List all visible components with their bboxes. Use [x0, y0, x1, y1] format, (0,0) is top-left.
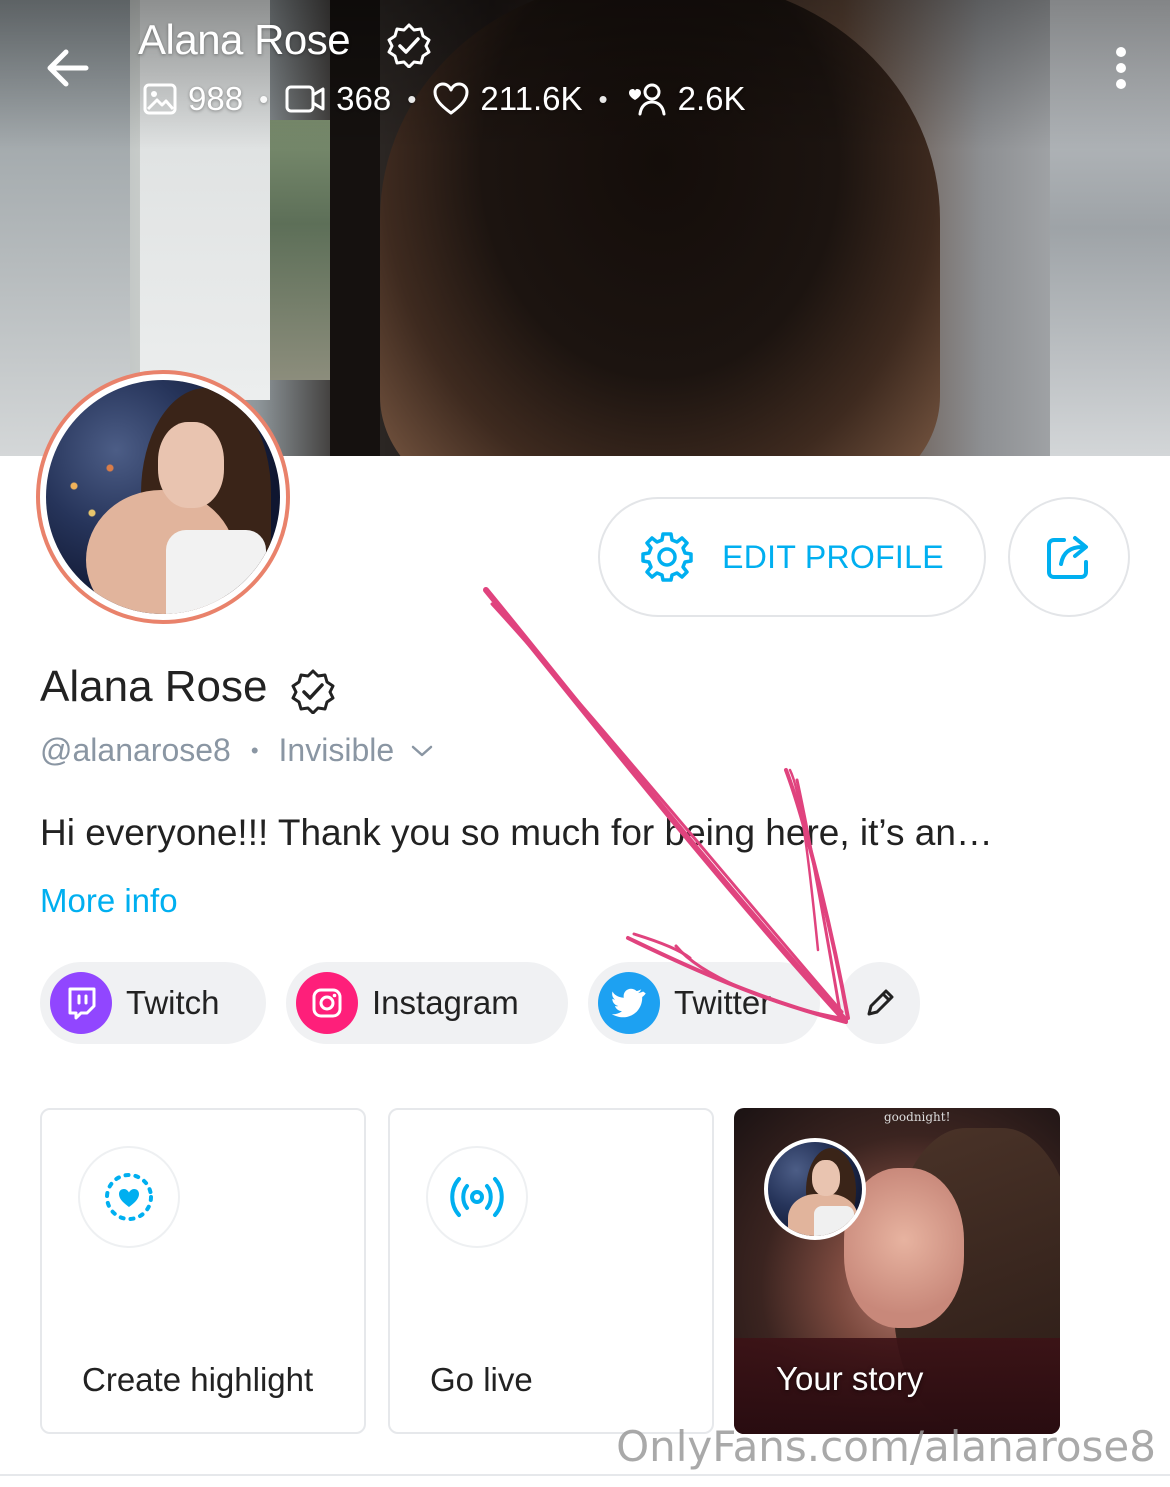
- stat-photos-count: 988: [188, 80, 244, 117]
- highlight-icon-wrap: [78, 1146, 180, 1248]
- your-story-card[interactable]: goodnight! Your story: [734, 1108, 1060, 1434]
- stat-videos[interactable]: 368: [284, 80, 391, 118]
- verified-icon: [291, 669, 335, 714]
- more-options-button[interactable]: [1108, 44, 1134, 92]
- divider: [0, 1474, 1170, 1476]
- gear-icon: [641, 532, 693, 582]
- stat-videos-count: 368: [336, 80, 392, 117]
- more-info-link[interactable]: More info: [40, 882, 178, 920]
- header-title: Alana Rose: [138, 16, 351, 63]
- stat-fans-count: 2.6K: [677, 80, 746, 117]
- video-icon: [285, 85, 325, 113]
- your-story-label: Your story: [776, 1360, 924, 1397]
- social-label: Twitch: [126, 984, 220, 1021]
- status-dropdown[interactable]: Invisible: [279, 732, 435, 769]
- avatar[interactable]: [36, 370, 290, 624]
- fans-icon: [628, 83, 666, 116]
- create-highlight-label: Create highlight: [82, 1360, 314, 1398]
- stat-separator: •: [407, 83, 417, 114]
- stat-likes: 211.6K: [432, 80, 583, 118]
- watermark: OnlyFans.com/alanarose8: [616, 1422, 1156, 1471]
- edit-socials-button[interactable]: [840, 962, 920, 1044]
- share-icon: [1047, 536, 1088, 579]
- twitter-icon: [598, 972, 660, 1034]
- chevron-down-icon: [411, 745, 433, 756]
- highlight-heart-icon: [105, 1173, 153, 1221]
- edit-profile-button[interactable]: EDIT PROFILE: [598, 497, 986, 617]
- profile-stats: 988 • 368 • 211.6K • 2.6K: [142, 78, 746, 120]
- stat-likes-count: 211.6K: [480, 80, 583, 117]
- stat-separator: •: [259, 83, 269, 114]
- go-live-label: Go live: [430, 1360, 533, 1398]
- share-button[interactable]: [1008, 497, 1130, 617]
- story-caption: goodnight!: [884, 1110, 951, 1124]
- profile-name: Alana Rose: [40, 662, 268, 711]
- handle-row: @alanarose8 • Invisible: [40, 732, 434, 769]
- profile-bio: Hi everyone!!! Thank you so much for bei…: [40, 812, 993, 853]
- verified-icon: [387, 23, 431, 68]
- handle-separator: •: [250, 737, 259, 763]
- story-avatar: [764, 1138, 866, 1240]
- broadcast-icon: [450, 1177, 504, 1217]
- avatar-image: [46, 380, 280, 614]
- live-icon-wrap: [426, 1146, 528, 1248]
- back-arrow-icon: [47, 49, 89, 87]
- create-highlight-card[interactable]: Create highlight: [40, 1108, 366, 1434]
- edit-profile-label: EDIT PROFILE: [722, 538, 944, 575]
- social-chip-instagram[interactable]: Instagram: [286, 962, 568, 1044]
- back-button[interactable]: [42, 42, 94, 94]
- social-chip-twitch[interactable]: Twitch: [40, 962, 266, 1044]
- social-chip-twitter[interactable]: Twitter: [588, 962, 820, 1044]
- social-label: Instagram: [372, 984, 519, 1021]
- profile-handle: @alanarose8: [40, 732, 231, 768]
- more-vertical-icon: [1116, 47, 1126, 89]
- twitch-icon: [50, 972, 112, 1034]
- stat-separator: •: [598, 83, 608, 114]
- status-label: Invisible: [278, 732, 395, 768]
- image-icon: [143, 83, 177, 115]
- heart-icon: [433, 82, 469, 115]
- instagram-icon: [296, 972, 358, 1034]
- go-live-card[interactable]: Go live: [388, 1108, 714, 1434]
- top-bar: Alana Rose 988 • 368 • 211.6K • 2.6K: [0, 0, 1170, 140]
- social-label: Twitter: [674, 984, 772, 1021]
- pencil-icon: [867, 989, 894, 1016]
- stat-fans[interactable]: 2.6K: [624, 80, 746, 118]
- stat-photos[interactable]: 988: [142, 80, 243, 118]
